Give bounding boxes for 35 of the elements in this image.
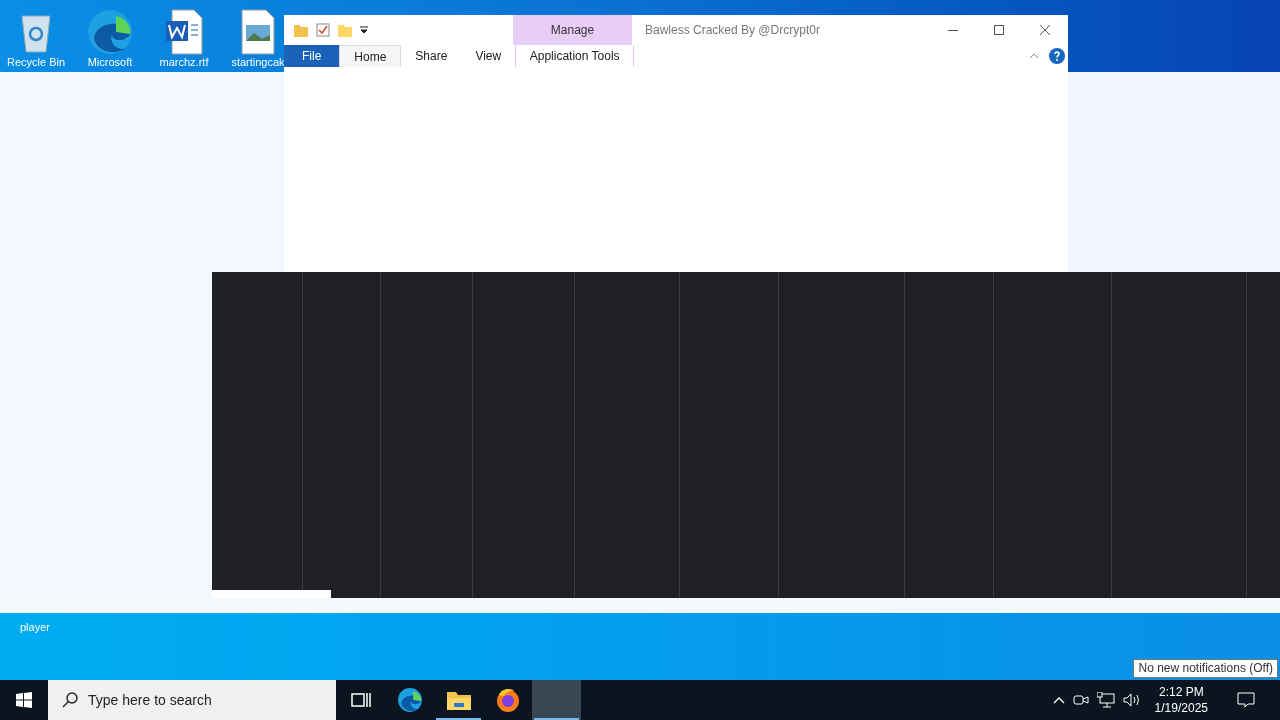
desktop-icon-label[interactable]: startingcak bbox=[231, 56, 285, 69]
context-tab-group: Manage bbox=[513, 15, 632, 45]
network-icon[interactable] bbox=[1096, 692, 1115, 708]
word-document-icon bbox=[164, 9, 204, 55]
image-file-icon bbox=[240, 9, 276, 55]
minimize-icon bbox=[948, 29, 958, 31]
search-field[interactable]: Type here to search bbox=[48, 680, 336, 720]
close-icon bbox=[1040, 25, 1050, 35]
windows-logo-icon bbox=[16, 692, 32, 708]
maximize-icon bbox=[994, 25, 1004, 35]
camera-icon[interactable] bbox=[1072, 692, 1089, 708]
chevron-up-icon[interactable] bbox=[1052, 696, 1065, 704]
desktop-icon-label[interactable]: marchz.rtf bbox=[159, 56, 209, 69]
dropdown-icon[interactable] bbox=[360, 26, 368, 34]
properties-icon[interactable] bbox=[316, 23, 330, 37]
collapse-ribbon-icon[interactable] bbox=[1029, 53, 1039, 59]
clock-button[interactable]: 2:12 PM 1/19/2025 bbox=[1148, 684, 1214, 716]
desktop-icon-label[interactable]: Microsoft bbox=[87, 56, 133, 69]
notification-icon bbox=[1237, 692, 1255, 708]
task-view-icon bbox=[350, 690, 371, 710]
desktop-icon-label[interactable]: Recycle Bin bbox=[6, 56, 66, 69]
ribbon-tab[interactable]: Application Tools bbox=[515, 45, 635, 67]
ribbon-tab[interactable]: File bbox=[284, 45, 340, 67]
volume-icon[interactable] bbox=[1122, 692, 1141, 708]
edge-icon bbox=[86, 8, 134, 56]
ribbon-tab[interactable]: Share bbox=[401, 45, 462, 67]
tooltip: No new notifications (Off) bbox=[1133, 659, 1278, 678]
ribbon-tab[interactable]: Home bbox=[339, 45, 402, 67]
edge-icon bbox=[396, 687, 423, 713]
ribbon-tab[interactable]: View bbox=[461, 45, 516, 67]
window-title: Bawless Cracked By @Drcrypt0r bbox=[645, 22, 820, 39]
folder-icon bbox=[445, 689, 472, 711]
help-icon[interactable] bbox=[1049, 48, 1065, 64]
firefox-icon bbox=[494, 687, 521, 713]
search-icon bbox=[62, 692, 78, 708]
